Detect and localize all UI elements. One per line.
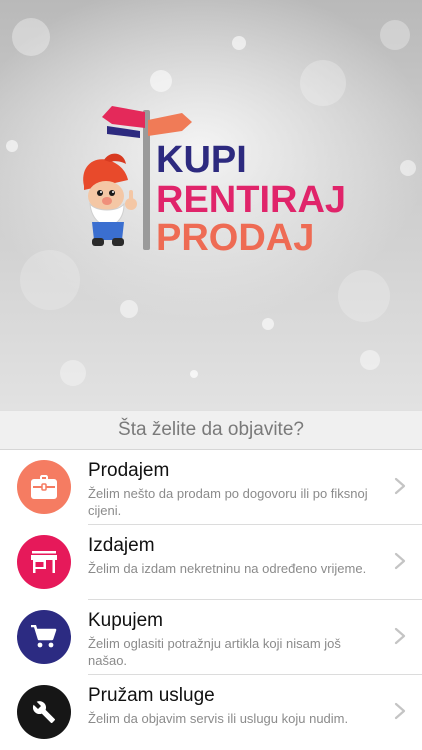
option-description: Želim da objavim servis ili uslugu koju … <box>88 711 349 726</box>
option-pruzam-usluge[interactable]: Pružam usluge Želim da objavim servis il… <box>0 675 422 750</box>
chevron-right-icon <box>394 627 406 645</box>
wrench-icon <box>32 701 55 723</box>
option-description: Želim da izdam nekretninu na određeno vr… <box>88 561 367 576</box>
logo-graphic: KUPI RENTIRAJ PRODAJ <box>83 106 346 259</box>
chevron-right-icon <box>394 552 406 570</box>
chevron-right-icon <box>394 477 406 495</box>
cart-icon <box>31 625 57 648</box>
logo-word-rentiraj: RENTIRAJ <box>156 179 346 221</box>
option-kupujem[interactable]: Kupujem Želim oglasiti potražnju artikla… <box>0 600 422 675</box>
cart-icon-circle <box>17 610 71 664</box>
section-title: Šta želite da objavite? <box>118 419 304 440</box>
logo-word-prodaj: PRODAJ <box>156 217 314 259</box>
option-izdajem[interactable]: Izdajem Želim da izdam nekretninu na odr… <box>0 525 422 600</box>
option-prodajem[interactable]: Prodajem Želim nešto da prodam po dogovo… <box>0 450 422 525</box>
app-logo: KUPI RENTIRAJ PRODAJ <box>0 0 422 410</box>
wrench-icon-circle <box>17 685 71 739</box>
hero-background: KUPI RENTIRAJ PRODAJ <box>0 0 422 410</box>
briefcase-icon-circle <box>17 460 71 514</box>
option-title: Pružam usluge <box>88 685 215 706</box>
chevron-right-icon <box>394 702 406 720</box>
logo-word-kupi: KUPI <box>156 139 247 181</box>
gnome-mascot <box>83 153 137 246</box>
signpost-left-arrow-shadow <box>107 126 140 138</box>
options-list: Prodajem Želim nešto da prodam po dogovo… <box>0 450 422 750</box>
signpost-right-arrow <box>148 113 192 136</box>
option-title: Izdajem <box>88 535 155 556</box>
option-description: Želim oglasiti potražnju artikla koji ni… <box>88 636 341 668</box>
option-title: Kupujem <box>88 610 163 631</box>
option-title: Prodajem <box>88 460 170 481</box>
signpost-left-arrow <box>102 106 145 128</box>
section-header: Šta želite da objavite? <box>0 410 422 450</box>
option-description: Želim nešto da prodam po dogovoru ili po… <box>88 486 368 518</box>
store-icon-circle <box>17 535 71 589</box>
briefcase-icon <box>31 475 57 499</box>
store-icon <box>31 551 57 573</box>
